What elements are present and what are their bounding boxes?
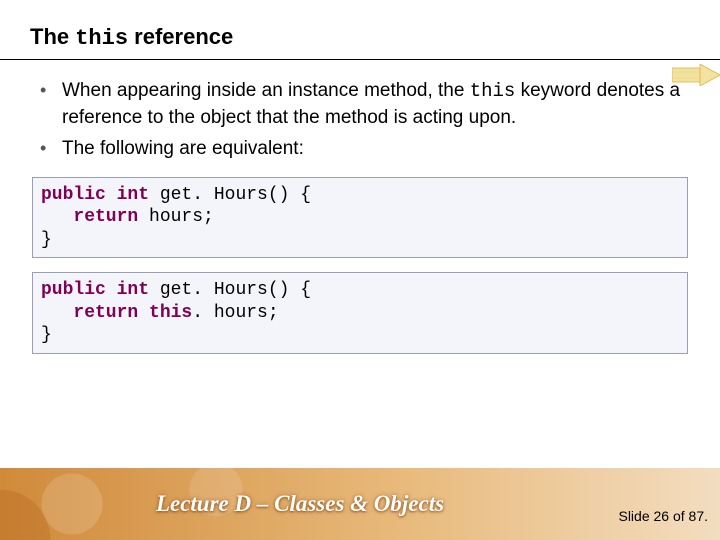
bullet-item: When appearing inside an instance method…: [36, 78, 690, 130]
footer-lecture-title: Lecture D – Classes & Objects: [0, 491, 720, 517]
title-bar: The this reference: [0, 0, 720, 60]
code-kw: return: [73, 207, 138, 227]
footer-page-number: Slide 26 of 87.: [618, 508, 708, 524]
slide-title: The this reference: [30, 24, 690, 51]
bullet-item: The following are equivalent:: [36, 136, 690, 163]
title-keyword: this: [75, 26, 128, 51]
code-block-2: public int get. Hours() { return this. h…: [32, 272, 688, 354]
title-pre: The: [30, 24, 75, 49]
code-kw: public: [41, 185, 106, 205]
code-text: [41, 303, 73, 323]
code-block-1: public int get. Hours() { return hours; …: [32, 177, 688, 259]
code-text: }: [41, 230, 52, 250]
code-text: [41, 207, 73, 227]
code-text: get. Hours() {: [149, 280, 311, 300]
code-kw: return: [73, 303, 138, 323]
code-text: [106, 185, 117, 205]
bullet-list: When appearing inside an instance method…: [36, 78, 690, 163]
code-text: hours;: [138, 207, 214, 227]
bullet-text-pre: When appearing inside an instance method…: [62, 80, 470, 101]
code-text: get. Hours() {: [149, 185, 311, 205]
bullet-keyword: this: [470, 80, 516, 102]
code-kw: public: [41, 280, 106, 300]
code-kw: this: [149, 303, 192, 323]
code-kw: int: [117, 280, 149, 300]
code-text: [138, 303, 149, 323]
title-post: reference: [128, 24, 233, 49]
content-area: When appearing inside an instance method…: [0, 60, 720, 468]
footer-bar: Lecture D – Classes & Objects Slide 26 o…: [0, 468, 720, 540]
code-kw: int: [117, 185, 149, 205]
code-text: . hours;: [192, 303, 278, 323]
slide: The this reference When appearing inside…: [0, 0, 720, 540]
code-text: }: [41, 325, 52, 345]
bullet-text-pre: The following are equivalent:: [62, 138, 304, 159]
code-text: [106, 280, 117, 300]
